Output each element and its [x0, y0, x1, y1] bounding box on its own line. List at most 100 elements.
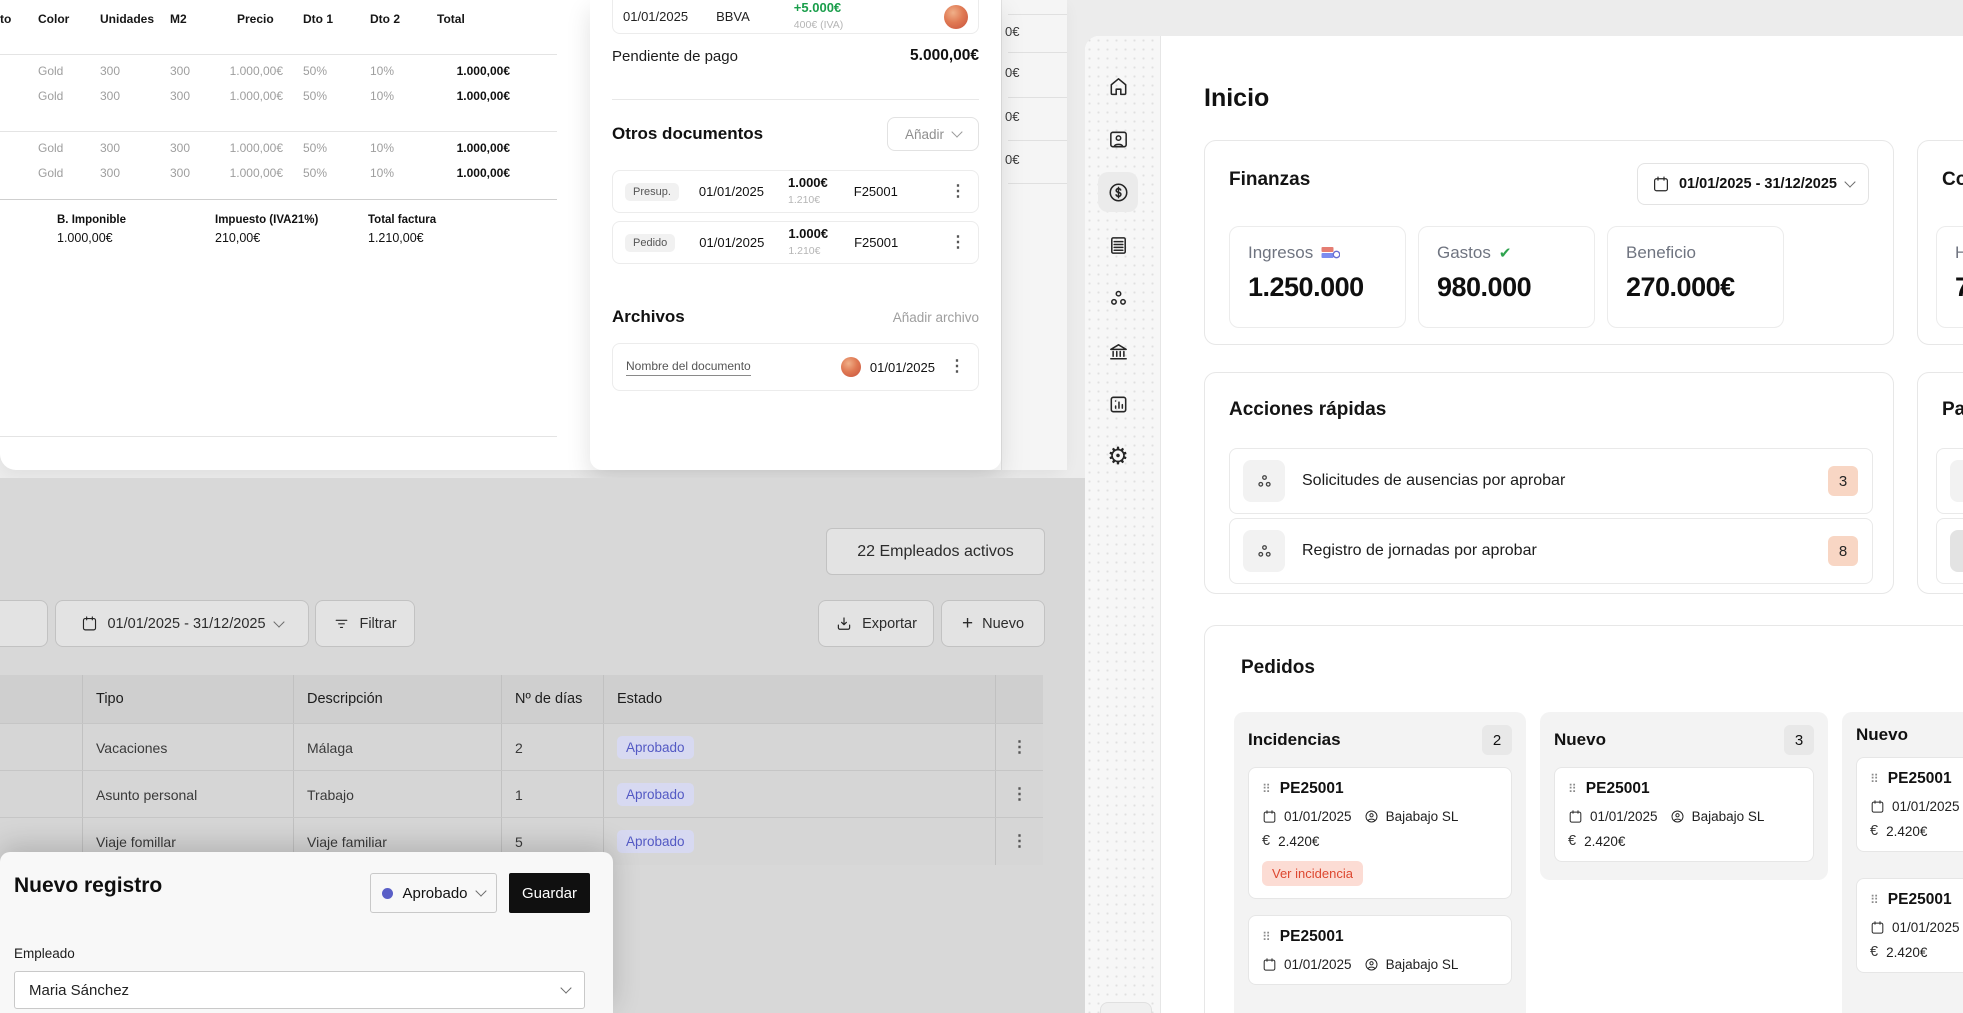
kebab-menu-icon[interactable]: ⋮ [950, 184, 966, 200]
order-card[interactable]: ⠿ PE25001 01/01/2025 € 2.420€ [1856, 757, 1963, 852]
bank-name: BBVA [716, 9, 750, 24]
kebab-menu-icon[interactable]: ⋮ [950, 235, 966, 251]
kebab-menu-icon[interactable]: ⋮ [1012, 834, 1028, 850]
cell-total: 1.000,00€ [430, 64, 510, 78]
dollar-circle-icon [1107, 181, 1130, 204]
order-card[interactable]: ⠿ PE25001 01/01/2025 € 2.420€ [1856, 878, 1963, 973]
kebab-menu-icon[interactable]: ⋮ [949, 359, 965, 375]
cell-estado: Aprobado [603, 724, 995, 771]
table-row[interactable]: Vacaciones Málaga 2 Aprobado ⋮ [0, 723, 1043, 771]
stat-gastos: Gastos ✔ 980.000 [1418, 226, 1595, 328]
column-name: Incidencias [1248, 730, 1341, 750]
cell-price: 1.000,00€ [195, 89, 283, 103]
employee-value: Maria Sánchez [29, 982, 129, 999]
order-amount: 2.420€ [1886, 824, 1927, 839]
divider [1008, 183, 1067, 184]
save-button[interactable]: Guardar [509, 873, 590, 913]
filter-button[interactable]: Filtrar [315, 600, 415, 647]
partial-row[interactable] [1936, 448, 1963, 514]
sidebar-bottom-button[interactable] [1100, 1002, 1152, 1013]
quick-action-worklogs[interactable]: Registro de jornadas por aprobar 8 [1229, 518, 1873, 584]
peek-amount: 0€ [1005, 65, 1019, 80]
stat-label: Ingresos [1248, 243, 1313, 263]
divider [0, 131, 557, 132]
summary-tax-label: Impuesto (IVA21%) [215, 214, 318, 226]
doc-date: 01/01/2025 [699, 184, 764, 199]
kebab-menu-icon[interactable]: ⋮ [1012, 787, 1028, 803]
quick-action-label: Solicitudes de ausencias por aprobar [1302, 472, 1565, 490]
date-range-picker[interactable]: 01/01/2025 - 31/12/2025 [55, 600, 309, 647]
order-card[interactable]: ⠿ PE25001 01/01/2025 Bajabajo SL € 2.420… [1554, 767, 1814, 862]
nodes-icon [1255, 542, 1274, 561]
order-company: Bajabajo SL [1386, 809, 1459, 824]
finance-date-picker[interactable]: 01/01/2025 - 31/12/2025 [1637, 163, 1869, 205]
kanban-column-nuevo-2: Nuevo ⠿ PE25001 01/01/2025 € 2.420€ ⠿ PE… [1842, 712, 1963, 1013]
quick-actions-title: Acciones rápidas [1229, 399, 1386, 421]
add-file-button[interactable]: Añadir archivo [893, 310, 979, 325]
new-button[interactable]: + Nuevo [941, 600, 1045, 647]
document-row[interactable]: Presup. 01/01/2025 1.000€ 1.210€ F25001 … [612, 170, 979, 213]
euro-icon: € [1568, 833, 1576, 849]
sidebar-item-contacts[interactable] [1098, 119, 1138, 159]
sidebar-item-finance[interactable] [1098, 172, 1138, 212]
drag-handle-icon[interactable]: ⠿ [1568, 782, 1577, 796]
status-select[interactable]: Aprobado [370, 873, 497, 913]
doc-gross: 1.210€ [788, 245, 820, 257]
divider [0, 436, 557, 437]
invoice-col-total: Total [437, 12, 465, 26]
sidebar-item-settings[interactable]: ⚙ [1098, 437, 1138, 477]
calendar-icon [1652, 175, 1670, 193]
add-document-button[interactable]: Añadir [887, 117, 979, 151]
drag-handle-icon[interactable]: ⠿ [1262, 930, 1271, 944]
table-row[interactable]: Asunto personal Trabajo 1 Aprobado ⋮ [0, 770, 1043, 818]
file-row[interactable]: Nombre del documento 01/01/2025 ⋮ [612, 343, 979, 391]
cell-units: 300 [100, 64, 120, 78]
sidebar: ⚙ [1085, 36, 1161, 1013]
finance-date-label: 01/01/2025 - 31/12/2025 [1679, 176, 1837, 192]
order-company: Bajabajo SL [1386, 957, 1459, 972]
sidebar-item-workflow[interactable] [1098, 278, 1138, 318]
partial-row[interactable] [1936, 518, 1963, 584]
kebab-menu-icon[interactable]: ⋮ [1012, 740, 1028, 756]
chevron-down-icon [1844, 176, 1855, 187]
drag-handle-icon[interactable]: ⠿ [1870, 893, 1879, 907]
sidebar-item-home[interactable] [1098, 66, 1138, 106]
stat-label: Beneficio [1626, 243, 1696, 263]
cell-total: 1.000,00€ [430, 141, 510, 155]
order-card[interactable]: ⠿ PE25001 01/01/2025 Bajabajo SL € 2.420… [1248, 767, 1512, 899]
avatar[interactable] [944, 5, 968, 29]
drag-handle-icon[interactable]: ⠿ [1870, 772, 1879, 786]
sidebar-item-reports[interactable] [1098, 384, 1138, 424]
finance-card: Finanzas 01/01/2025 - 31/12/2025 Ingreso… [1204, 140, 1894, 345]
invoice-col-partial: to [0, 12, 11, 26]
person-icon [1364, 809, 1379, 824]
doc-amount: 1.000€ [788, 176, 828, 190]
employee-select[interactable]: Maria Sánchez [14, 971, 585, 1009]
status-value: Aprobado [402, 885, 467, 902]
sidebar-item-documents[interactable] [1098, 225, 1138, 265]
summary-base-label: B. Imponible [57, 214, 126, 226]
quick-action-absences[interactable]: Solicitudes de ausencias por aprobar 3 [1229, 448, 1873, 514]
header-dias: Nº de días [501, 675, 603, 723]
screen: to Color Unidades M2 Precio Dto 1 Dto 2 … [0, 0, 1963, 1013]
chevron-down-icon [560, 982, 571, 993]
sidebar-item-bank[interactable] [1098, 331, 1138, 371]
document-row[interactable]: Pedido 01/01/2025 1.000€ 1.210€ F25001 ⋮ [612, 221, 979, 264]
cut-button[interactable] [0, 600, 48, 647]
cell-m2: 300 [170, 89, 190, 103]
divider [1008, 14, 1067, 15]
cell-actions: ⋮ [995, 818, 1043, 865]
drag-handle-icon[interactable]: ⠿ [1262, 782, 1271, 796]
file-name[interactable]: Nombre del documento [626, 359, 751, 376]
incident-badge[interactable]: Ver incidencia [1262, 861, 1363, 886]
invoice-col-units: Unidades [100, 12, 154, 26]
status-badge: Aprobado [617, 830, 694, 853]
bank-movement-row[interactable]: 01/01/2025 BBVA +5.000€ 400€ (IVA) [612, 0, 979, 34]
stat-label: H [1955, 243, 1963, 263]
export-button[interactable]: Exportar [818, 600, 934, 647]
other-docs-title: Otros documentos [612, 124, 763, 144]
new-record-modal: Nuevo registro Aprobado Guardar Empleado… [0, 852, 613, 1013]
order-card[interactable]: ⠿ PE25001 01/01/2025 Bajabajo SL [1248, 915, 1512, 985]
movement-vat: 400€ (IVA) [794, 19, 843, 31]
order-company: Bajabajo SL [1692, 809, 1765, 824]
